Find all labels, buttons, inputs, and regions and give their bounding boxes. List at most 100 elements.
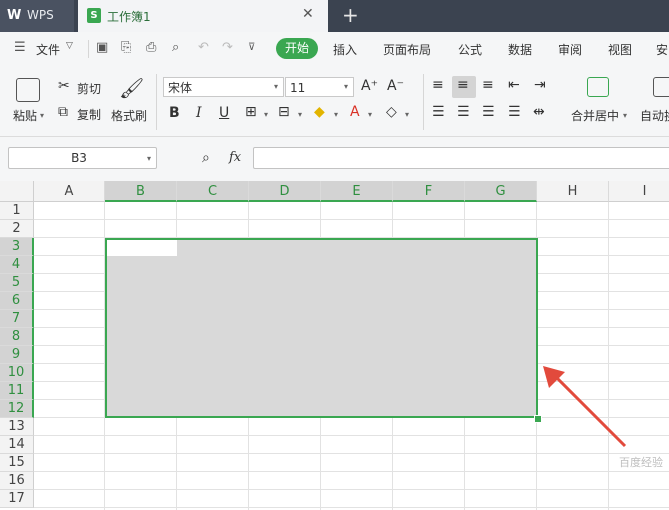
row-header-1[interactable]: 1 <box>0 202 34 220</box>
tab-security[interactable]: 安 <box>656 41 668 58</box>
row-header-3[interactable]: 3 <box>0 238 34 256</box>
row-header-9[interactable]: 9 <box>0 346 34 364</box>
zoom-search-icon[interactable]: ⌕ <box>202 150 210 166</box>
column-header-f[interactable]: F <box>393 181 465 202</box>
clear-format-icon[interactable]: ◇ <box>386 104 397 120</box>
tab-view[interactable]: 视图 <box>608 41 632 58</box>
column-header-a[interactable]: A <box>34 181 105 202</box>
fill-color-icon[interactable]: ◆ <box>314 104 325 120</box>
select-all-corner[interactable] <box>0 181 34 202</box>
wrap-text-icon[interactable] <box>653 77 669 97</box>
row-header-14[interactable]: 14 <box>0 436 34 454</box>
row-header-13[interactable]: 13 <box>0 418 34 436</box>
save-icon[interactable]: ▣ <box>96 40 108 55</box>
tab-home[interactable]: 开始 <box>276 38 318 59</box>
menu-file[interactable]: 文件 <box>36 41 60 58</box>
bold-button[interactable]: B <box>169 105 180 121</box>
column-header-c[interactable]: C <box>177 181 249 202</box>
font-name-value: 宋体 <box>168 81 193 95</box>
customize-toolbar-icon[interactable]: ⊽ <box>248 42 255 53</box>
row-header-11[interactable]: 11 <box>0 382 34 400</box>
print-icon[interactable]: ⎙ <box>146 40 156 55</box>
merge-center-icon[interactable] <box>587 77 609 97</box>
tab-review[interactable]: 审阅 <box>558 41 582 58</box>
row-header-17[interactable]: 17 <box>0 490 34 508</box>
chevron-down-icon[interactable]: ▾ <box>405 110 409 119</box>
tab-insert[interactable]: 插入 <box>333 41 357 58</box>
chevron-down-icon[interactable]: ▾ <box>344 82 348 91</box>
row-header-6[interactable]: 6 <box>0 292 34 310</box>
format-painter-button[interactable]: 格式刷 <box>111 107 147 124</box>
distributed-align-icon[interactable]: ⇹ <box>533 104 545 120</box>
column-header-b[interactable]: B <box>105 181 177 202</box>
paste-icon[interactable] <box>16 78 40 102</box>
row-header-4[interactable]: 4 <box>0 256 34 274</box>
chevron-down-icon[interactable]: ▽ <box>66 41 73 51</box>
tab-page-layout[interactable]: 页面布局 <box>383 41 431 58</box>
chevron-down-icon[interactable]: ▾ <box>334 110 338 119</box>
new-tab-icon[interactable]: + <box>342 3 359 27</box>
row-header-10[interactable]: 10 <box>0 364 34 382</box>
redo-icon[interactable]: ↷ <box>222 40 233 55</box>
tab-formulas[interactable]: 公式 <box>458 41 482 58</box>
format-painter-icon[interactable]: 🖌 <box>119 76 144 100</box>
formula-input[interactable] <box>253 147 669 169</box>
chevron-down-icon[interactable]: ▾ <box>274 82 278 91</box>
align-center-icon[interactable]: ☰ <box>457 104 470 120</box>
cut-button[interactable]: 剪切 <box>77 80 101 97</box>
align-top-icon[interactable]: ≡ <box>432 77 444 93</box>
row-header-16[interactable]: 16 <box>0 472 34 490</box>
row-header-12[interactable]: 12 <box>0 400 34 418</box>
chevron-down-icon[interactable]: ▾ <box>368 110 372 119</box>
chevron-down-icon[interactable]: ▾ <box>264 110 268 119</box>
column-header-e[interactable]: E <box>321 181 393 202</box>
chevron-down-icon[interactable]: ▾ <box>40 111 44 120</box>
row-header-15[interactable]: 15 <box>0 454 34 472</box>
paste-button[interactable]: 粘贴 <box>13 107 37 124</box>
shrink-font-button[interactable]: A⁻ <box>387 78 404 94</box>
document-tab[interactable]: S 工作簿1 ✕ <box>78 0 328 32</box>
export-pdf-icon[interactable]: ⎘ <box>121 40 131 55</box>
active-cell[interactable] <box>107 240 177 256</box>
print-preview-icon[interactable]: ⌕ <box>172 40 179 55</box>
font-name-select[interactable]: 宋体 <box>163 77 284 97</box>
justify-icon[interactable]: ☰ <box>508 104 521 120</box>
row-header-8[interactable]: 8 <box>0 328 34 346</box>
merge-center-button[interactable]: 合并居中 <box>571 107 619 124</box>
hamburger-menu-icon[interactable]: ☰ <box>14 40 26 55</box>
wrap-text-button[interactable]: 自动换 <box>640 107 669 124</box>
chevron-down-icon[interactable]: ▾ <box>623 111 627 120</box>
align-bottom-icon[interactable]: ≡ <box>482 77 494 93</box>
chevron-down-icon[interactable]: ▾ <box>298 110 302 119</box>
selected-range[interactable] <box>105 238 538 418</box>
grow-font-button[interactable]: A⁺ <box>361 78 378 94</box>
decrease-indent-icon[interactable]: ⇤ <box>508 77 520 93</box>
name-box[interactable]: B3 ▾ <box>8 147 157 169</box>
copy-button[interactable]: 复制 <box>77 106 101 123</box>
column-header-i[interactable]: I <box>609 181 669 202</box>
font-color-icon[interactable]: A <box>350 104 360 120</box>
scissors-icon[interactable]: ✂ <box>58 78 70 94</box>
border-icon[interactable]: ⊞ <box>245 104 257 120</box>
row-header-2[interactable]: 2 <box>0 220 34 238</box>
undo-icon[interactable]: ↶ <box>198 40 209 55</box>
chevron-down-icon[interactable]: ▾ <box>147 154 151 163</box>
column-header-h[interactable]: H <box>537 181 609 202</box>
align-left-icon[interactable]: ☰ <box>432 104 445 120</box>
copy-icon[interactable]: ⧉ <box>58 104 68 120</box>
insert-function-button[interactable]: fx <box>229 150 241 165</box>
tab-data[interactable]: 数据 <box>508 41 532 58</box>
cell-style-icon[interactable]: ⊟ <box>278 104 290 120</box>
increase-indent-icon[interactable]: ⇥ <box>534 77 546 93</box>
row-header-7[interactable]: 7 <box>0 310 34 328</box>
row-header-5[interactable]: 5 <box>0 274 34 292</box>
align-middle-icon[interactable]: ≡ <box>457 77 469 93</box>
align-right-icon[interactable]: ☰ <box>482 104 495 120</box>
close-tab-icon[interactable]: ✕ <box>302 6 314 22</box>
underline-button[interactable]: U <box>219 105 229 121</box>
italic-button[interactable]: I <box>196 105 202 121</box>
spreadsheet-grid[interactable]: ABCDEFGHI 1 2 3 4 5 6 7 8 9 10 11 12 13 14 15 16 17 百度经验 <box>0 181 669 510</box>
column-header-g[interactable]: G <box>465 181 537 202</box>
wps-home-tab[interactable]: W WPS <box>0 0 74 32</box>
column-header-d[interactable]: D <box>249 181 321 202</box>
